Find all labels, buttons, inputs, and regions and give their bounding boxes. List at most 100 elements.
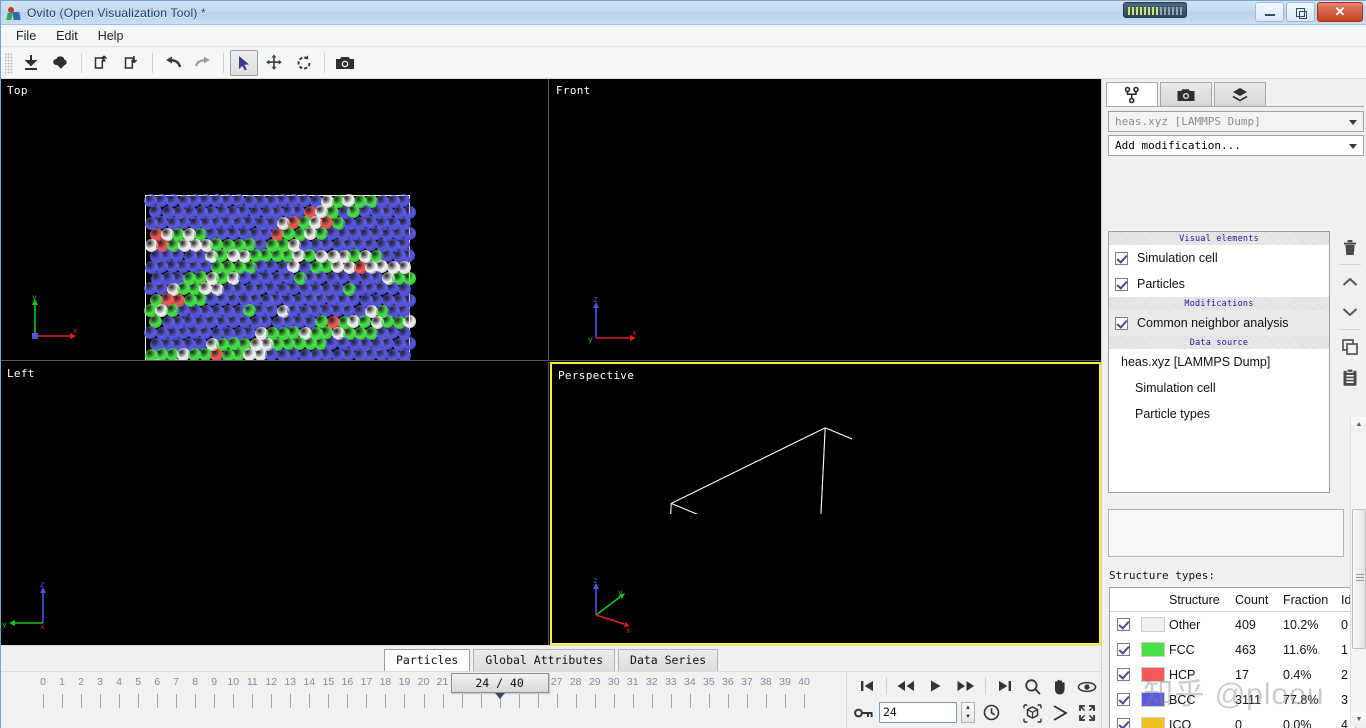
structure-color-swatch[interactable] — [1137, 642, 1169, 657]
pipeline-item[interactable]: heas.xyz [LAMMPS Dump] — [1109, 349, 1329, 375]
play-animation-button[interactable] — [922, 674, 950, 698]
move-modifier-up-button[interactable] — [1336, 268, 1364, 296]
current-frame-input[interactable]: 24 — [879, 702, 957, 723]
orbit-viewport-button[interactable] — [1073, 674, 1100, 700]
animation-settings-button[interactable] — [979, 704, 1003, 721]
toolbar-separator — [152, 52, 153, 73]
menu-help[interactable]: Help — [89, 27, 133, 45]
undo-button[interactable] — [159, 50, 187, 76]
structure-visibility-checkbox[interactable] — [1110, 618, 1137, 631]
pan-viewport-button[interactable] — [1046, 674, 1073, 700]
timeline-ruler[interactable]: 0123456789101112131415161718192021222324… — [1, 672, 846, 728]
timeline-tick-mark — [62, 694, 64, 708]
redo-button[interactable] — [189, 50, 217, 76]
spinner-up-icon[interactable]: ▲ — [962, 703, 974, 713]
structure-fraction: 0.0% — [1283, 717, 1312, 728]
save-session-button[interactable] — [118, 50, 146, 76]
data-source-combo[interactable]: heas.xyz [LAMMPS Dump] — [1108, 111, 1364, 132]
timeline-tick-mark — [708, 694, 710, 708]
go-to-end-button[interactable] — [991, 674, 1019, 698]
render-active-viewport-button[interactable] — [331, 50, 359, 76]
scrollbar-thumb[interactable] — [1352, 509, 1366, 649]
svg-text:z: z — [593, 296, 598, 305]
pipeline-item[interactable]: Simulation cell — [1109, 245, 1329, 271]
menu-bar: File Edit Help — [1, 25, 1366, 47]
structure-table-row[interactable]: Other 409 10.2% 0 — [1110, 612, 1355, 637]
tab-global-attributes[interactable]: Global Attributes — [473, 649, 616, 671]
tab-pipeline[interactable] — [1106, 82, 1158, 107]
timeline-tick-mark — [290, 694, 292, 708]
timeline-tick-label: 12 — [265, 676, 278, 688]
structure-color-swatch[interactable] — [1137, 617, 1169, 632]
structure-color-swatch[interactable] — [1137, 717, 1169, 728]
pipeline-item[interactable]: Particles — [1109, 271, 1329, 297]
field-of-view-button[interactable] — [1046, 700, 1073, 726]
minimize-button[interactable] — [1255, 2, 1284, 22]
tab-overlays[interactable] — [1214, 82, 1266, 107]
structure-visibility-checkbox[interactable] — [1110, 668, 1137, 681]
make-element-independent-button[interactable] — [1336, 363, 1364, 391]
zoom-viewport-button[interactable] — [1019, 674, 1046, 700]
structure-visibility-checkbox[interactable] — [1110, 643, 1137, 656]
viewport-front-label[interactable]: Front — [556, 84, 591, 97]
maximize-viewport-button[interactable] — [1073, 700, 1100, 726]
tab-particles[interactable]: Particles — [384, 649, 471, 671]
pipeline-item-checkbox[interactable] — [1115, 251, 1128, 265]
structure-color-swatch[interactable] — [1137, 667, 1169, 682]
pipeline-item-checkbox[interactable] — [1115, 277, 1128, 291]
scroll-down-arrow-icon[interactable]: ▼ — [1351, 712, 1366, 727]
timeline-tick-label: 28 — [569, 676, 582, 688]
spinner-down-icon[interactable]: ▼ — [962, 713, 974, 723]
delete-modifier-button[interactable] — [1336, 233, 1364, 261]
checkbox-icon — [1117, 618, 1130, 631]
auto-key-button[interactable] — [853, 707, 875, 719]
scroll-up-arrow-icon[interactable]: ▲ — [1351, 417, 1366, 432]
structure-types-table[interactable]: Structure Count Fraction Id Other 409 10.2% 0 FC… — [1109, 587, 1356, 728]
viewport-front[interactable]: Front z x y — [550, 79, 1101, 361]
animation-timeline[interactable]: 0123456789101112131415161718192021222324… — [1, 671, 846, 728]
structure-table-row[interactable]: HCP 17 0.4% 2 — [1110, 662, 1355, 687]
close-button[interactable]: ✕ — [1317, 2, 1363, 22]
add-modification-combo[interactable]: Add modification... — [1108, 135, 1364, 156]
pipeline-item-checkbox[interactable] — [1115, 316, 1128, 330]
tab-render[interactable] — [1160, 82, 1212, 107]
frame-spinner[interactable]: ▲ ▼ — [961, 702, 975, 723]
pipeline-item[interactable]: Particle types — [1109, 401, 1329, 427]
viewport-top[interactable]: Top y x — [1, 79, 549, 361]
restore-button[interactable] — [1286, 2, 1315, 22]
structure-visibility-checkbox[interactable] — [1110, 718, 1137, 728]
timeline-tick-mark — [309, 694, 311, 708]
structure-visibility-checkbox[interactable] — [1110, 693, 1137, 706]
viewport-left[interactable]: Left z y x — [1, 362, 549, 645]
open-session-button[interactable] — [88, 50, 116, 76]
pipeline-item[interactable]: Simulation cell — [1109, 375, 1329, 401]
structure-table-row[interactable]: BCC 3111 77.8% 3 — [1110, 687, 1355, 712]
viewport-perspective[interactable]: Perspective z y x — [550, 362, 1101, 645]
structure-table-row[interactable]: FCC 463 11.6% 1 — [1110, 637, 1355, 662]
structure-color-swatch[interactable] — [1137, 692, 1169, 707]
import-remote-file-button[interactable] — [47, 50, 75, 76]
move-modifier-down-button[interactable] — [1336, 298, 1364, 326]
toolbar-grip[interactable] — [5, 51, 13, 74]
timeline-tick-label: 34 — [684, 676, 696, 688]
selection-mode-button[interactable] — [230, 49, 258, 76]
structure-table-row[interactable]: ICO 0 0.0% 4 — [1110, 712, 1355, 728]
command-panel-scrollbar[interactable]: ▲ ▼ — [1350, 417, 1366, 727]
next-frame-button[interactable] — [952, 674, 980, 698]
timeline-slider-thumb[interactable]: 24 / 40 — [450, 673, 549, 693]
pipeline-editor-list[interactable]: Visual elements Simulation cell Particles M… — [1108, 231, 1330, 493]
move-mode-button[interactable] — [260, 50, 288, 76]
viewport-left-label[interactable]: Left — [7, 367, 35, 380]
menu-file[interactable]: File — [7, 27, 45, 45]
pipeline-item[interactable]: Common neighbor analysis — [1109, 310, 1329, 336]
go-to-start-button[interactable] — [853, 674, 881, 698]
previous-frame-button[interactable] — [892, 674, 920, 698]
tab-data-series[interactable]: Data Series — [618, 649, 719, 671]
viewport-top-label[interactable]: Top — [7, 84, 28, 97]
copy-pipeline-button[interactable] — [1336, 333, 1364, 361]
viewport-perspective-label[interactable]: Perspective — [558, 369, 634, 382]
import-local-file-button[interactable] — [17, 50, 45, 76]
rotate-mode-button[interactable] — [290, 50, 318, 76]
zoom-scene-extents-button[interactable] — [1019, 700, 1046, 726]
menu-edit[interactable]: Edit — [47, 27, 87, 45]
